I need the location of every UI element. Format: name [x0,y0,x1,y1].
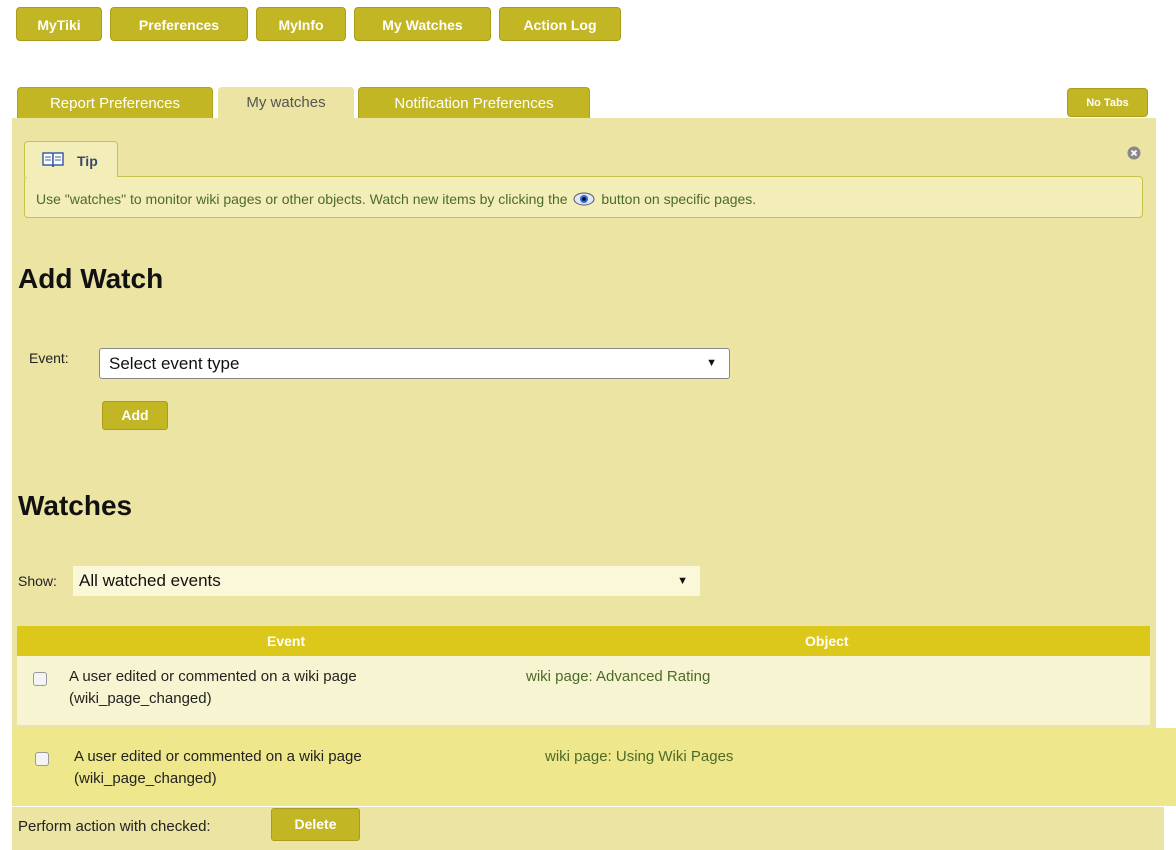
nav-preferences-button[interactable]: Preferences [110,7,248,41]
table-row: A user edited or commented on a wiki pag… [12,728,1176,806]
event-label: Event: [29,350,69,366]
row-event: A user edited or commented on a wiki pag… [69,666,357,710]
delete-button[interactable]: Delete [271,808,360,841]
tip-text-before: Use "watches" to monitor wiki pages or o… [36,191,568,207]
no-tabs-button[interactable]: No Tabs [1067,88,1148,117]
watches-heading: Watches [18,490,133,521]
tab-report-preferences[interactable]: Report Preferences [17,87,213,118]
bulk-action-label: Perform action with checked: [18,818,211,835]
dropdown-arrow-icon: ▼ [706,357,717,369]
show-events-select-value: All watched events [79,571,221,590]
close-circle-icon[interactable] [1127,146,1141,165]
event-type-select-value: Select event type [109,354,240,373]
nav-action-log-button[interactable]: Action Log [499,7,621,41]
tip-text-after: button on specific pages. [601,191,757,207]
tab-notification-preferences[interactable]: Notification Preferences [358,87,590,118]
row-event-text: A user edited or commented on a wiki pag… [69,668,357,685]
nav-mytiki-button[interactable]: MyTiki [16,7,102,41]
row-event-code: (wiki_page_changed) [69,690,212,707]
book-icon [42,151,64,173]
event-type-select[interactable]: Select event type ▼ [99,348,730,379]
show-events-select[interactable]: All watched events ▼ [73,566,700,596]
table-header: Event Object [17,626,1150,656]
row-object-link[interactable]: wiki page: Advanced Rating [526,668,710,685]
row-event-text: A user edited or commented on a wiki pag… [74,748,362,765]
nav-myinfo-button[interactable]: MyInfo [256,7,346,41]
column-header-object[interactable]: Object [805,626,849,656]
tab-my-watches[interactable]: My watches [218,87,354,118]
show-label: Show: [18,573,57,589]
add-button[interactable]: Add [102,401,168,430]
row-checkbox[interactable] [35,752,49,766]
row-event-code: (wiki_page_changed) [74,770,217,787]
tip-header: Tip [24,141,118,177]
table-row: A user edited or commented on a wiki pag… [17,656,1150,725]
nav-my-watches-button[interactable]: My Watches [354,7,491,41]
add-watch-heading: Add Watch [18,263,164,294]
eye-icon [573,190,595,211]
tip-title: Tip [77,153,98,169]
row-object-link[interactable]: wiki page: Using Wiki Pages [545,748,733,765]
row-event: A user edited or commented on a wiki pag… [74,746,362,790]
row-checkbox[interactable] [33,672,47,686]
tip-text: Use "watches" to monitor wiki pages or o… [36,190,756,211]
dropdown-arrow-icon: ▼ [677,575,688,587]
column-header-event[interactable]: Event [267,626,305,656]
